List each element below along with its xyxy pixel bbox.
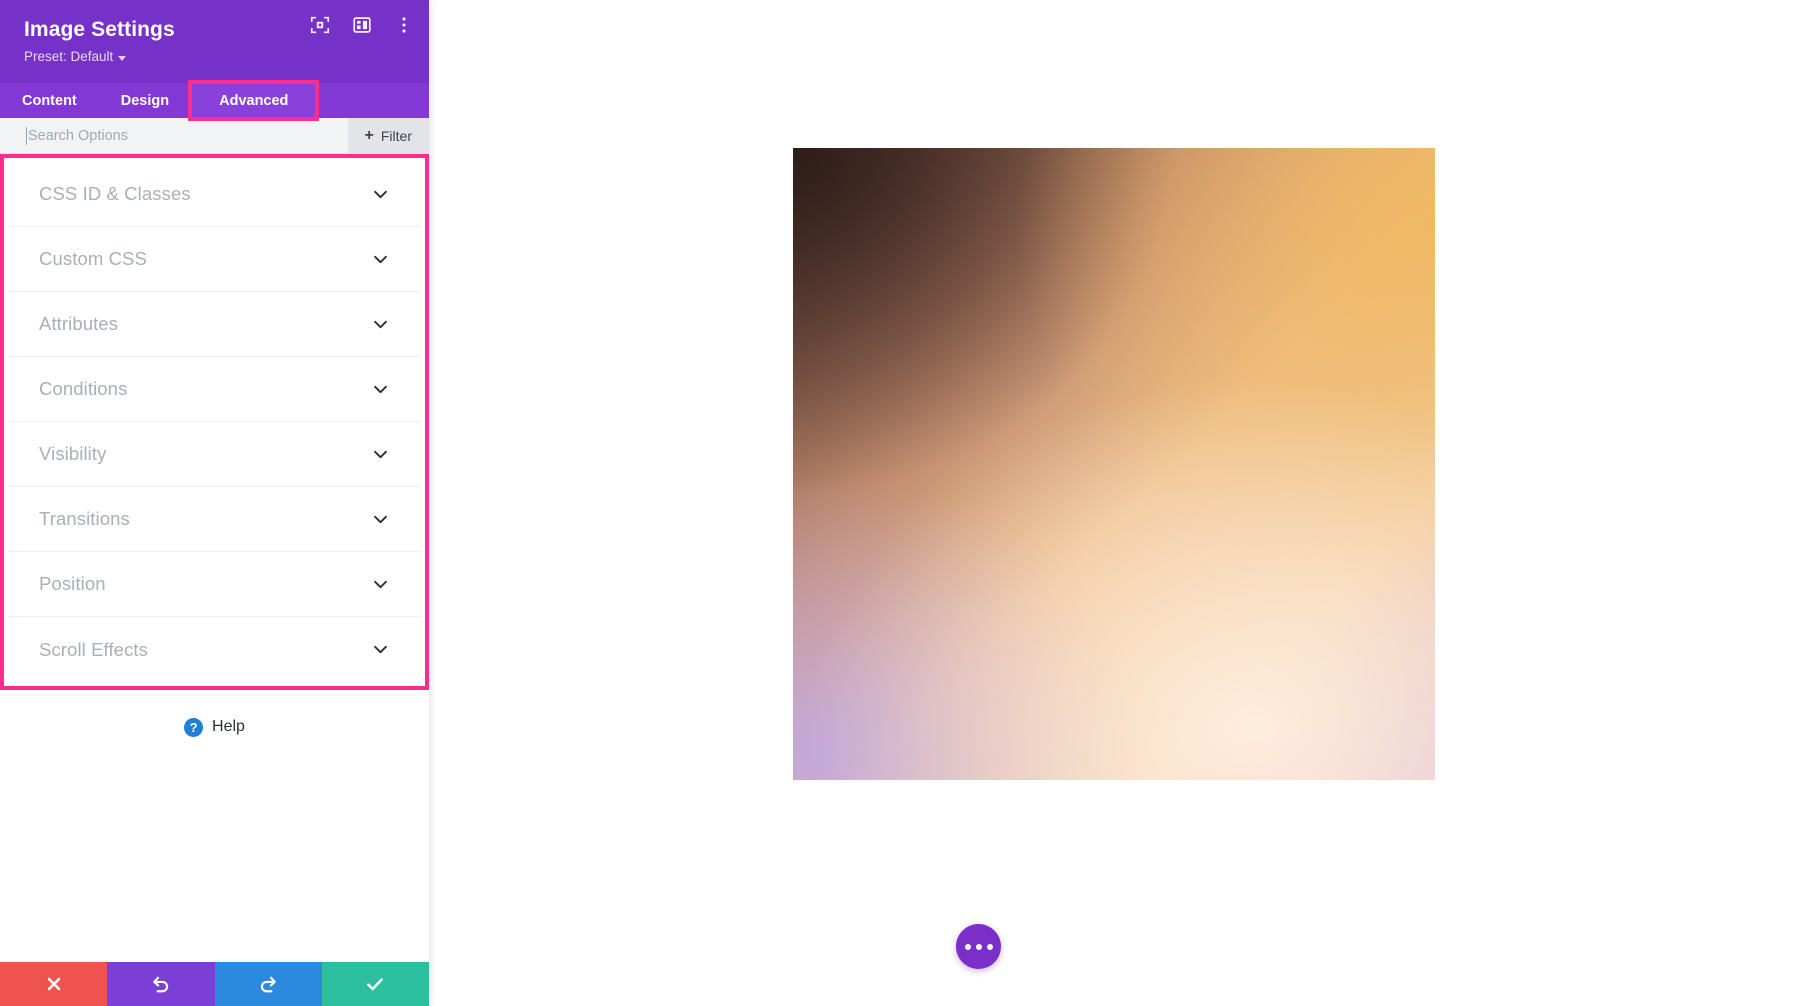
chevron-down-icon — [373, 255, 388, 264]
section-label: Conditions — [39, 378, 128, 399]
section-conditions[interactable]: Conditions — [8, 357, 421, 422]
filter-button-label: Filter — [380, 127, 412, 144]
more-horizontal-icon — [975, 943, 982, 950]
panel-header: Image Settings Preset: Default — [0, 0, 429, 83]
section-label: Scroll Effects — [39, 638, 149, 660]
section-transitions[interactable]: Transitions — [8, 487, 421, 552]
section-custom-css[interactable]: Custom CSS — [8, 227, 421, 292]
cancel-button[interactable] — [0, 962, 108, 1006]
search-placeholder: Search Options — [28, 127, 128, 144]
help-label: Help — [212, 718, 245, 735]
layout-panel-icon[interactable] — [351, 14, 373, 36]
undo-icon — [153, 976, 168, 993]
section-scroll-effects[interactable]: Scroll Effects — [8, 617, 421, 682]
advanced-section-list: CSS ID & Classes Custom CSS Attributes C… — [8, 162, 421, 682]
text-cursor — [26, 127, 27, 145]
section-label: Visibility — [39, 443, 107, 464]
section-label: Custom CSS — [39, 248, 147, 269]
section-label: Position — [39, 573, 106, 594]
chevron-down-icon — [373, 515, 388, 524]
section-list-highlight: CSS ID & Classes Custom CSS Attributes C… — [0, 154, 429, 690]
panel-action-bar — [0, 962, 429, 1006]
divi-builder-screen: Image Settings Preset: Default Content D… — [0, 0, 1800, 1006]
section-position[interactable]: Position — [8, 552, 421, 617]
page-settings-fab[interactable] — [956, 924, 1001, 969]
chevron-down-icon — [373, 580, 388, 589]
image-settings-panel: Image Settings Preset: Default Content D… — [0, 0, 429, 1006]
undo-button[interactable] — [107, 962, 215, 1006]
section-visibility[interactable]: Visibility — [8, 422, 421, 487]
chevron-down-icon — [373, 190, 388, 199]
save-button[interactable] — [321, 962, 429, 1006]
section-attributes[interactable]: Attributes — [8, 292, 421, 357]
chevron-down-icon — [373, 320, 388, 329]
panel-header-actions — [309, 14, 415, 36]
tab-advanced[interactable]: Advanced — [188, 80, 320, 121]
preset-label: Preset: Default — [24, 49, 114, 64]
section-label: Transitions — [39, 508, 130, 529]
help-link[interactable]: ? Help — [0, 690, 429, 764]
panel-empty-space — [0, 764, 429, 962]
focus-target-icon[interactable] — [309, 14, 331, 36]
more-horizontal-icon — [964, 943, 971, 950]
tab-design[interactable]: Design — [99, 83, 191, 118]
chevron-down-icon — [373, 450, 388, 459]
help-question-icon: ? — [184, 717, 204, 737]
plus-icon: + — [364, 126, 374, 144]
chevron-down-icon — [118, 55, 127, 61]
filter-button[interactable]: + Filter — [347, 118, 429, 153]
search-input[interactable]: Search Options — [0, 118, 348, 153]
tab-content[interactable]: Content — [0, 83, 99, 118]
more-horizontal-icon — [986, 943, 993, 950]
section-css-id-classes[interactable]: CSS ID & Classes — [8, 162, 421, 227]
redo-icon — [261, 976, 276, 993]
image-module-preview[interactable] — [793, 148, 1435, 780]
search-bar: Search Options + Filter — [0, 118, 429, 154]
check-icon — [367, 978, 384, 991]
preset-selector[interactable]: Preset: Default — [24, 47, 411, 67]
chevron-down-icon — [373, 385, 388, 394]
redo-button[interactable] — [214, 962, 322, 1006]
chevron-down-icon — [373, 645, 388, 654]
section-label: CSS ID & Classes — [39, 183, 191, 204]
close-icon — [47, 977, 60, 991]
settings-tab-bar: Content Design Advanced — [0, 80, 429, 121]
section-label: Attributes — [39, 313, 119, 334]
more-vertical-icon[interactable] — [393, 14, 415, 36]
page-canvas — [429, 0, 1800, 1006]
